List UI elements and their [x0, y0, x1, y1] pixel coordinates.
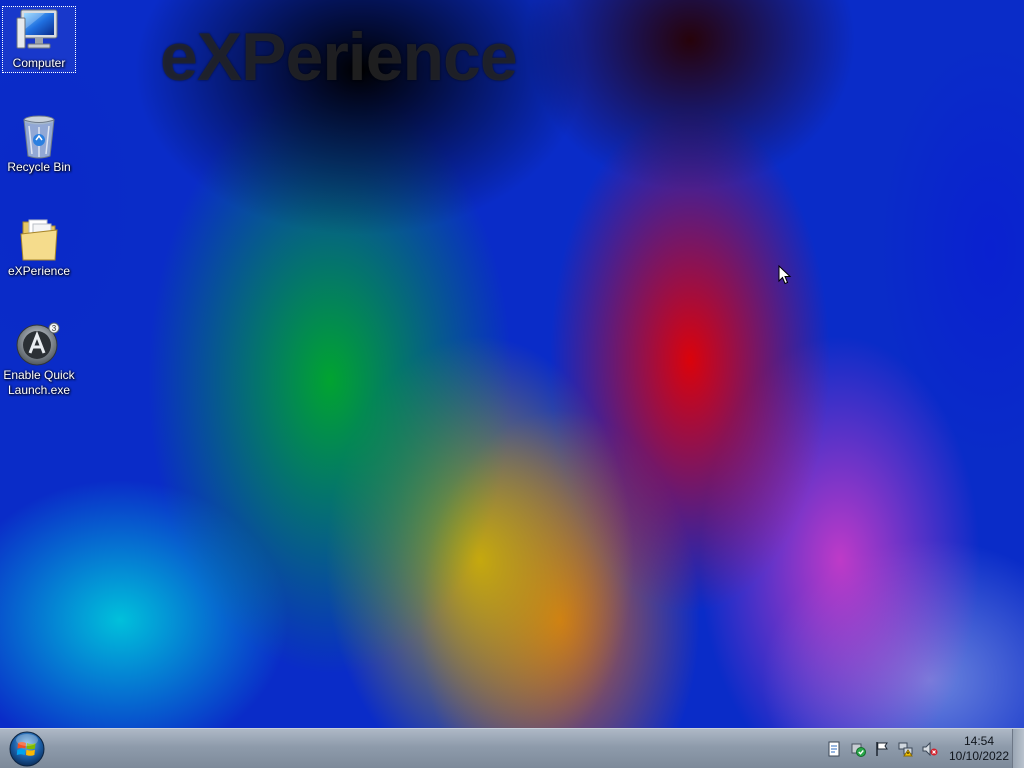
system-tray: 14:54 10/10/2022	[818, 729, 1010, 769]
desktop[interactable]: eXPerience Computer Recycle Bin eXPerien…	[0, 0, 1024, 728]
desktop-icon-label: eXPerience	[7, 264, 71, 278]
mouse-cursor-icon	[778, 265, 792, 285]
clock-time: 14:54	[963, 734, 995, 748]
network-icon[interactable]	[898, 741, 914, 757]
app-icon: 3	[15, 320, 63, 368]
wallpaper-edges	[0, 0, 1024, 728]
desktop-icon-computer[interactable]: Computer	[2, 6, 76, 73]
wallpaper	[0, 0, 1024, 728]
desktop-icon-recycle-bin[interactable]: Recycle Bin	[2, 110, 76, 175]
document-icon[interactable]	[826, 741, 842, 757]
security-icon[interactable]	[850, 741, 866, 757]
recycle-bin-icon	[15, 112, 63, 160]
action-center-flag-icon[interactable]	[874, 741, 890, 757]
wallpaper-shade	[0, 0, 1024, 728]
desktop-icon-experience-folder[interactable]: eXPerience	[2, 214, 76, 279]
wallpaper-title: eXPerience	[160, 19, 518, 95]
clock-date: 10/10/2022	[948, 749, 1010, 763]
svg-text:3: 3	[52, 324, 57, 333]
folder-icon	[15, 216, 63, 264]
taskbar: 14:54 10/10/2022	[0, 728, 1024, 768]
show-desktop-button[interactable]	[1012, 729, 1024, 768]
volume-muted-icon[interactable]	[922, 741, 938, 757]
windows-orb-icon	[9, 731, 45, 767]
clock[interactable]: 14:54 10/10/2022	[948, 734, 1010, 764]
computer-icon	[15, 8, 63, 56]
desktop-icon-label: Enable Quick Launch.exe	[3, 368, 75, 397]
start-button[interactable]	[7, 730, 47, 768]
desktop-icon-label: Computer	[12, 56, 66, 70]
desktop-icon-enable-quick-launch[interactable]: 3 Enable Quick Launch.exe	[2, 318, 76, 398]
desktop-icon-label: Recycle Bin	[7, 160, 71, 174]
